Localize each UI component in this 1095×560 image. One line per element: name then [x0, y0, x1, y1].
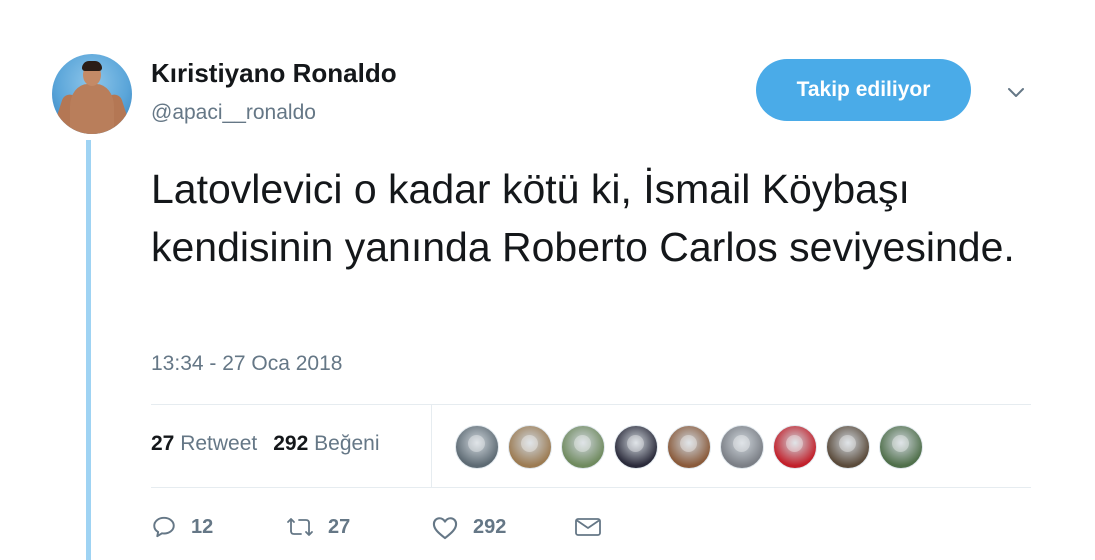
reply-icon: [153, 516, 175, 538]
retweet-icon: [287, 518, 313, 536]
thread-line: [86, 140, 91, 560]
following-button[interactable]: Takip ediliyor: [756, 59, 971, 121]
retweet-action[interactable]: 27: [286, 514, 431, 540]
tweet-text: Latovlevici o kadar kötü ki, İsmail Köyb…: [151, 166, 1015, 270]
liker-avatar-4[interactable]: [614, 425, 658, 469]
retweet-count: 27: [328, 515, 351, 538]
like-stat-label: Beğeni: [314, 432, 380, 455]
liker-avatar-9[interactable]: [879, 425, 923, 469]
liker-avatar-2[interactable]: [508, 425, 552, 469]
liker-avatar-7[interactable]: [773, 425, 817, 469]
author-display-name[interactable]: Kıristiyano Ronaldo: [151, 58, 397, 89]
likers-avatar-list: [455, 425, 932, 469]
like-count: 292: [473, 515, 507, 538]
heart-icon: [432, 517, 458, 540]
author-avatar[interactable]: [52, 54, 132, 134]
stats-divider-top: [151, 404, 1031, 405]
like-action[interactable]: 292: [431, 514, 574, 540]
liker-avatar-8[interactable]: [826, 425, 870, 469]
avatar-hair: [82, 61, 102, 71]
direct-message-action[interactable]: [574, 515, 616, 539]
like-stat[interactable]: 292 Beğeni: [273, 432, 379, 455]
chevron-down-icon[interactable]: [1004, 80, 1028, 104]
tweet-timestamp[interactable]: 13:34 - 27 Oca 2018: [151, 352, 342, 376]
retweet-stat[interactable]: 27 Retweet: [151, 432, 257, 455]
reply-count: 12: [191, 515, 214, 538]
liker-avatar-1[interactable]: [455, 425, 499, 469]
liker-avatar-6[interactable]: [720, 425, 764, 469]
retweet-stat-label: Retweet: [180, 432, 258, 455]
tweet-actions: 12 27 292: [151, 510, 616, 544]
tweet-stats: 27 Retweet 292 Beğeni: [151, 432, 380, 456]
envelope-icon: [575, 518, 601, 536]
retweet-stat-count: 27: [151, 432, 175, 455]
stats-divider-vertical: [431, 405, 432, 487]
avatar-torso: [70, 84, 114, 134]
liker-avatar-3[interactable]: [561, 425, 605, 469]
author-username[interactable]: @apaci__ronaldo: [151, 101, 316, 125]
like-stat-count: 292: [273, 432, 309, 455]
reply-action[interactable]: 12: [151, 514, 286, 540]
stats-divider-bottom: [151, 487, 1031, 488]
liker-avatar-5[interactable]: [667, 425, 711, 469]
